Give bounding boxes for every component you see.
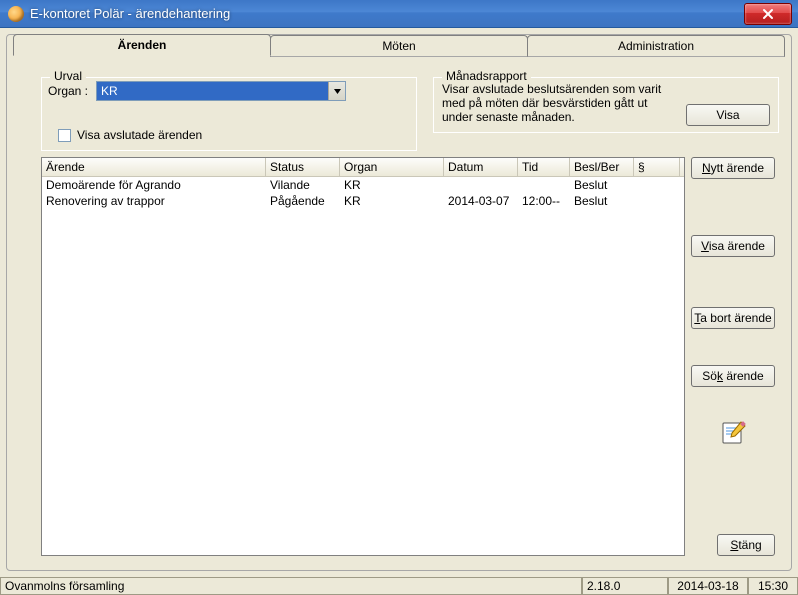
tab-arenden[interactable]: Ärenden <box>13 34 271 56</box>
manadsrapport-groupbox: Månadsrapport Visar avslutade beslutsäre… <box>433 77 779 133</box>
button-label: Visa <box>716 108 739 122</box>
tab-content: Urval Organ : KR Visa avslutade ärenden <box>13 57 785 564</box>
arenden-table[interactable]: Ärende Status Organ Datum Tid Besl/Ber §… <box>41 157 685 556</box>
th-arende[interactable]: Ärende <box>42 158 266 176</box>
td-tid <box>518 177 570 193</box>
td-datum <box>444 177 518 193</box>
stang-button[interactable]: Stäng <box>717 534 775 556</box>
show-closed-checkbox[interactable] <box>58 129 71 142</box>
window-close-button[interactable] <box>744 3 792 25</box>
side-button-panel: Nytt ärende Visa ärende Ta bort ärende S… <box>691 157 777 556</box>
td-arende: Renovering av trappor <box>42 193 266 209</box>
td-datum: 2014-03-07 <box>444 193 518 209</box>
td-status: Pågående <box>266 193 340 209</box>
urval-groupbox: Urval Organ : KR Visa avslutade ärenden <box>41 77 417 151</box>
sok-arende-button[interactable]: Sök ärende <box>691 365 775 387</box>
client-area: Ärenden Möten Administration Urval Organ… <box>0 28 798 577</box>
manads-info-text: Visar avslutade beslutsärenden som varit… <box>442 82 662 124</box>
status-bar: Ovanmolns församling 2.18.0 2014-03-18 1… <box>0 577 798 595</box>
tab-label: Ärenden <box>118 38 167 52</box>
table-body: Demoärende för Agrando Vilande KR Beslut… <box>42 177 684 209</box>
manads-visa-button[interactable]: Visa <box>686 104 770 126</box>
th-tid[interactable]: Tid <box>518 158 570 176</box>
chevron-down-icon <box>334 89 341 94</box>
td-organ: KR <box>340 193 444 209</box>
edit-note-button[interactable] <box>721 419 747 445</box>
ta-bort-arende-button[interactable]: Ta bort ärende <box>691 307 775 329</box>
edit-note-icon <box>721 419 747 445</box>
td-arende: Demoärende för Agrando <box>42 177 266 193</box>
window-title: E-kontoret Polär - ärendehantering <box>30 6 744 21</box>
th-datum[interactable]: Datum <box>444 158 518 176</box>
th-paragraph[interactable]: § <box>634 158 680 176</box>
status-date: 2014-03-18 <box>668 577 748 595</box>
show-closed-label: Visa avslutade ärenden <box>77 128 202 142</box>
tab-strip: Ärenden Möten Administration <box>13 34 785 56</box>
table-row[interactable]: Demoärende för Agrando Vilande KR Beslut <box>42 177 684 193</box>
tab-label: Administration <box>618 39 694 53</box>
status-version: 2.18.0 <box>582 577 668 595</box>
manads-legend: Månadsrapport <box>442 69 531 83</box>
td-beslber: Beslut <box>570 193 634 209</box>
app-icon <box>8 6 24 22</box>
td-paragraph <box>634 177 680 193</box>
td-beslber: Beslut <box>570 177 634 193</box>
td-paragraph <box>634 193 680 209</box>
table-header: Ärende Status Organ Datum Tid Besl/Ber § <box>42 158 684 177</box>
organ-label: Organ : <box>48 84 88 98</box>
close-icon <box>762 8 774 20</box>
status-organization: Ovanmolns församling <box>0 577 582 595</box>
tab-label: Möten <box>382 39 415 53</box>
show-closed-checkbox-row[interactable]: Visa avslutade ärenden <box>58 128 202 142</box>
urval-legend: Urval <box>50 69 86 83</box>
th-beslber[interactable]: Besl/Ber <box>570 158 634 176</box>
organ-combobox[interactable]: KR <box>96 81 346 101</box>
nytt-arende-button[interactable]: Nytt ärende <box>691 157 775 179</box>
title-bar: E-kontoret Polär - ärendehantering <box>0 0 798 28</box>
organ-selected-value: KR <box>97 82 328 100</box>
td-tid: 12:00-- <box>518 193 570 209</box>
td-status: Vilande <box>266 177 340 193</box>
organ-dropdown-button[interactable] <box>328 82 345 100</box>
td-organ: KR <box>340 177 444 193</box>
th-status[interactable]: Status <box>266 158 340 176</box>
th-organ[interactable]: Organ <box>340 158 444 176</box>
main-panel: Ärenden Möten Administration Urval Organ… <box>6 34 792 571</box>
tab-admin[interactable]: Administration <box>527 35 785 57</box>
status-time: 15:30 <box>748 577 798 595</box>
visa-arende-button[interactable]: Visa ärende <box>691 235 775 257</box>
tab-moten[interactable]: Möten <box>270 35 528 57</box>
table-row[interactable]: Renovering av trappor Pågående KR 2014-0… <box>42 193 684 209</box>
